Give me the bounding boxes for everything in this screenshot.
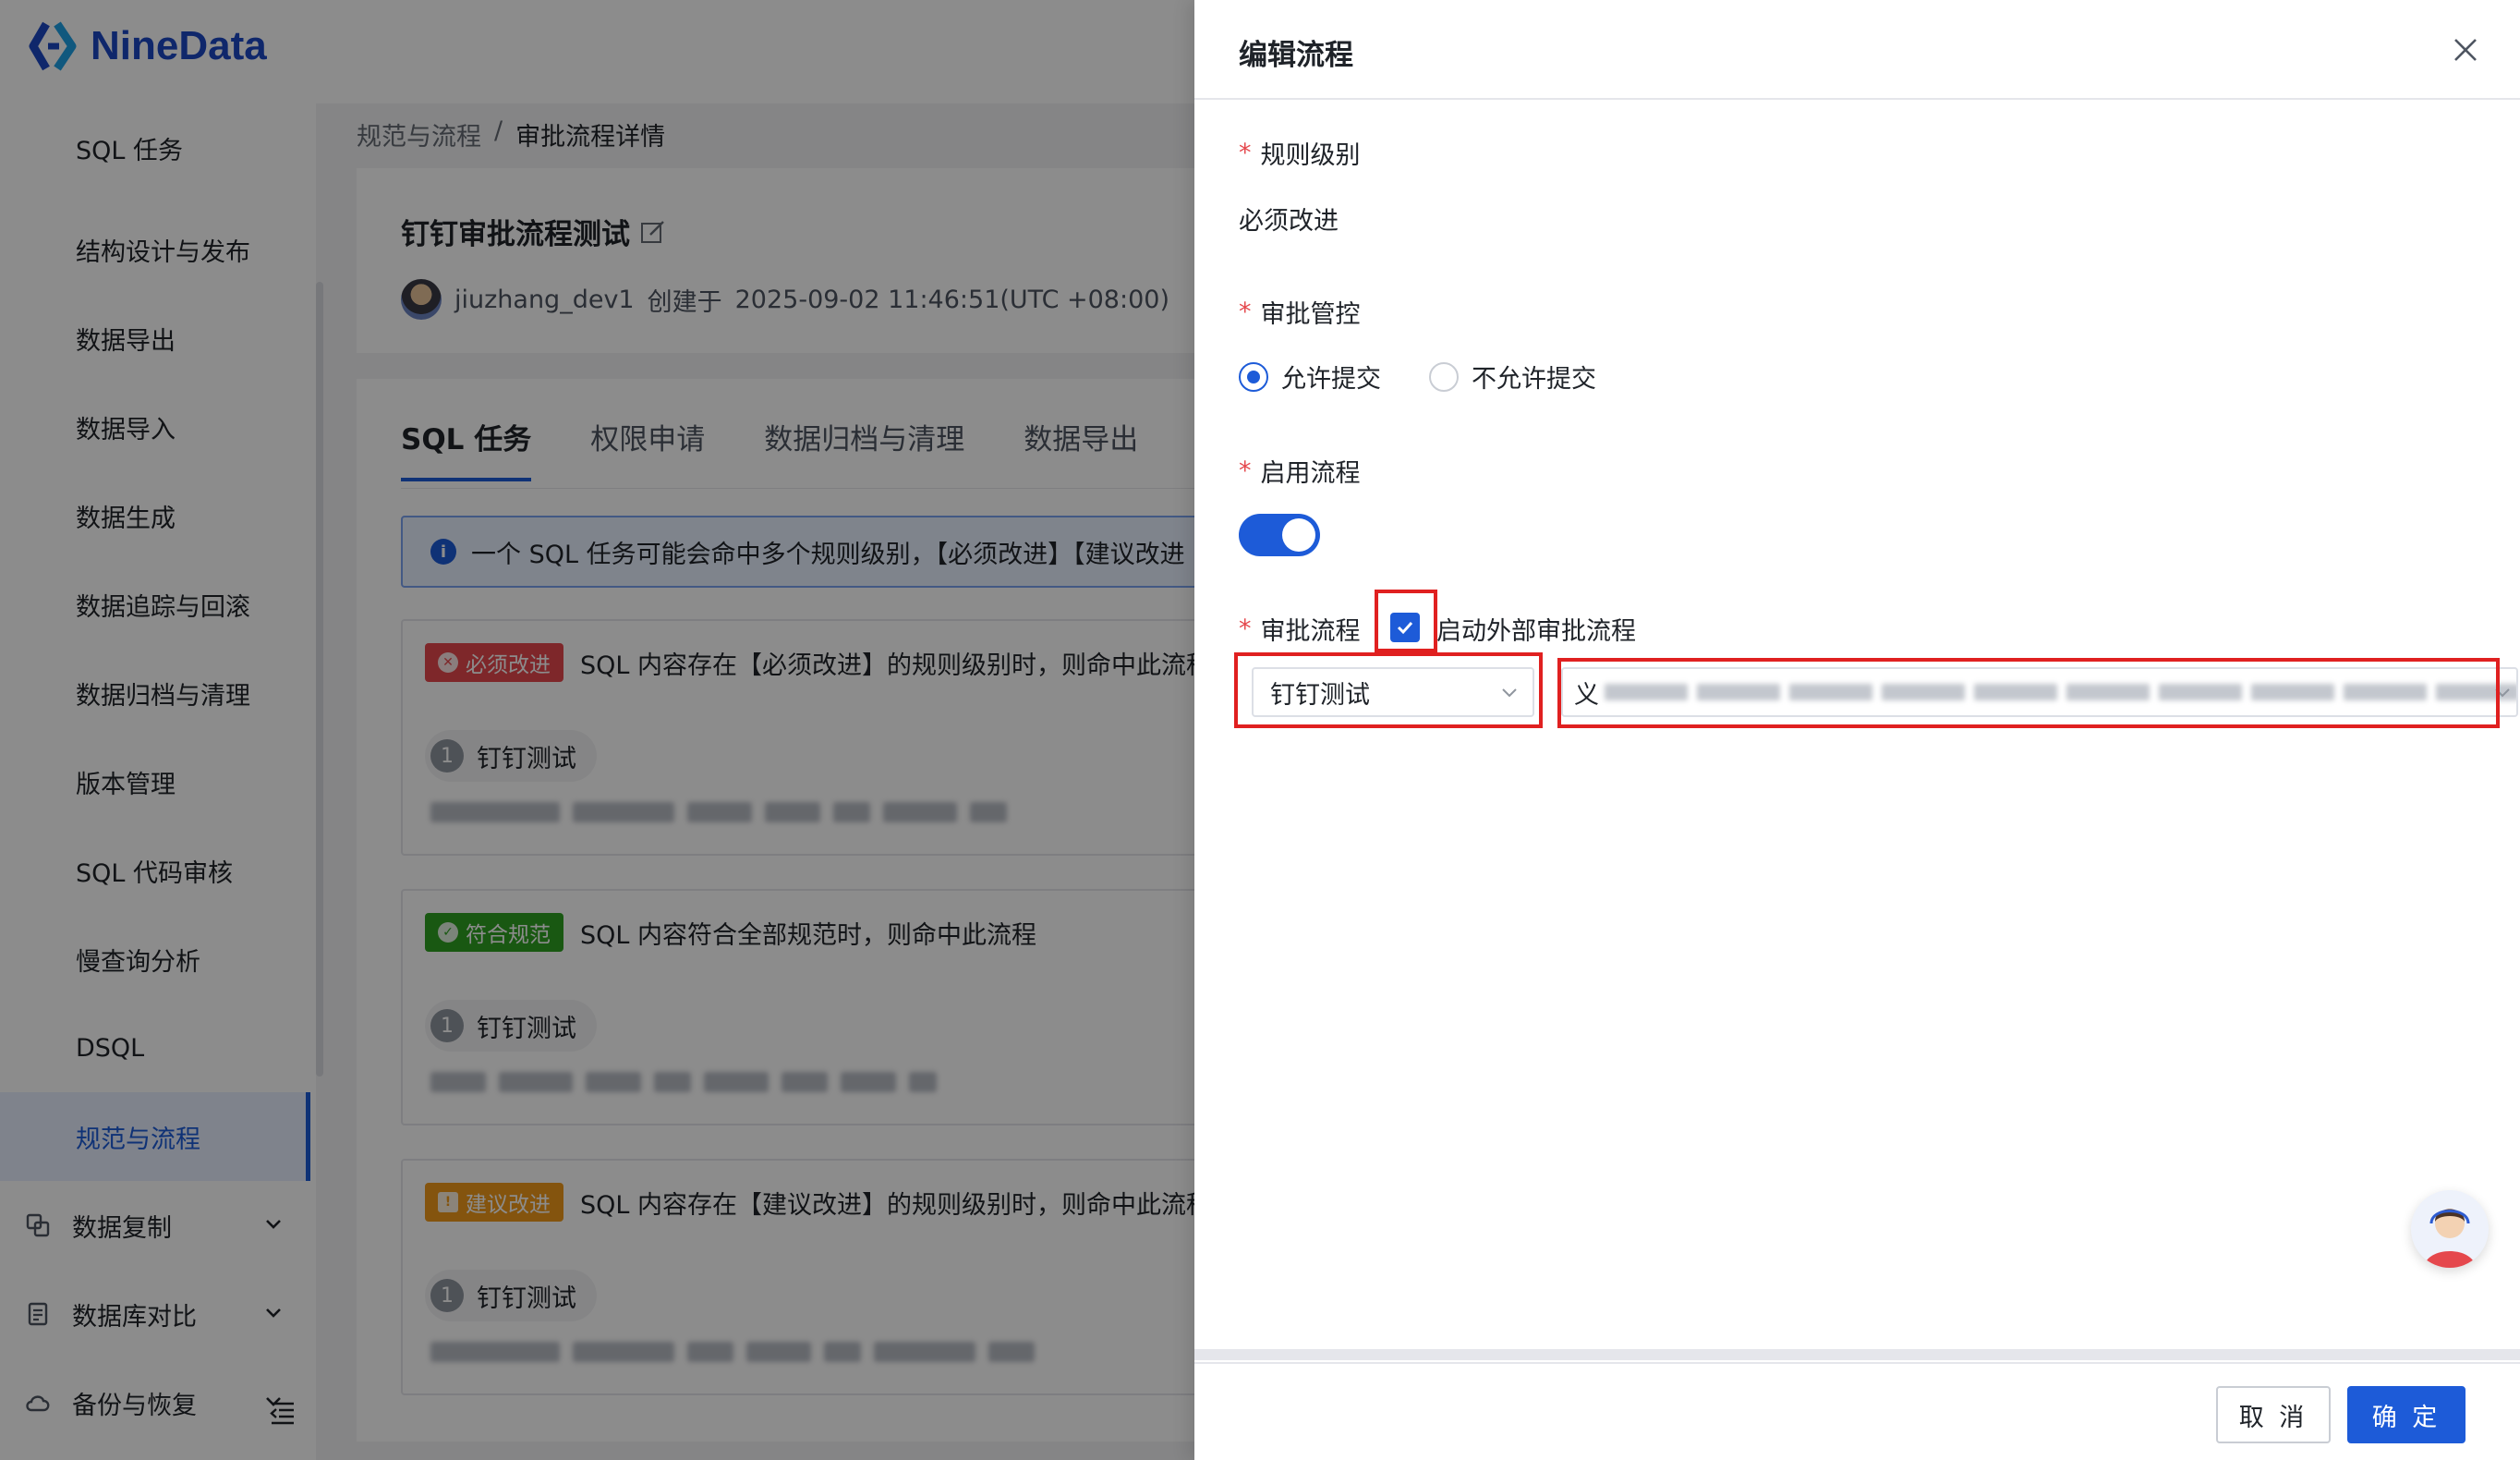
customer-support-avatar[interactable]	[2411, 1190, 2489, 1268]
highlight-frame	[1557, 658, 2500, 728]
close-icon	[2454, 39, 2477, 61]
field-label-flow: * 审批流程	[1239, 614, 1361, 646]
radio-dot	[1429, 361, 1459, 392]
drawer-header: 编辑流程	[1194, 0, 2520, 100]
enable-flow-toggle[interactable]	[1239, 514, 1320, 556]
field-label-level: * 规则级别	[1239, 139, 1361, 170]
level-value: 必须改进	[1239, 207, 1339, 236]
close-button[interactable]	[2447, 31, 2484, 68]
modal-overlay[interactable]	[0, 0, 1194, 1460]
approval-type-select[interactable]: 钉钉测试	[1252, 667, 1534, 717]
external-approval-label: 启动外部审批流程	[1436, 617, 1636, 646]
radio-deny-submit[interactable]: 不允许提交	[1429, 359, 1596, 395]
drawer-footer: 取 消 确 定	[1194, 1362, 2520, 1460]
horizontal-scrollbar[interactable]	[1194, 1349, 2520, 1360]
checkmark-icon	[1397, 621, 1413, 635]
field-label-enable: * 启用流程	[1239, 456, 1361, 488]
field-label-control: * 审批管控	[1239, 298, 1361, 329]
cancel-button[interactable]: 取 消	[2216, 1386, 2331, 1443]
chevron-down-icon	[1502, 688, 1517, 698]
radio-allow-submit[interactable]: 允许提交	[1239, 359, 1381, 395]
confirm-button[interactable]: 确 定	[2347, 1386, 2465, 1443]
edit-flow-drawer: 编辑流程 * 规则级别 必须改进 * 审批管控 允许提交 不允许提交 * 启用流程 *…	[1194, 0, 2520, 1460]
drawer-title: 编辑流程	[1239, 39, 1353, 72]
radio-dot	[1239, 361, 1268, 392]
support-agent-icon	[2424, 1209, 2476, 1268]
app-background: NineData SQL 任务 结构设计与发布 数据导出 数据导入 数据生成 数…	[0, 0, 1194, 1460]
external-approval-checkbox[interactable]	[1390, 613, 1420, 642]
